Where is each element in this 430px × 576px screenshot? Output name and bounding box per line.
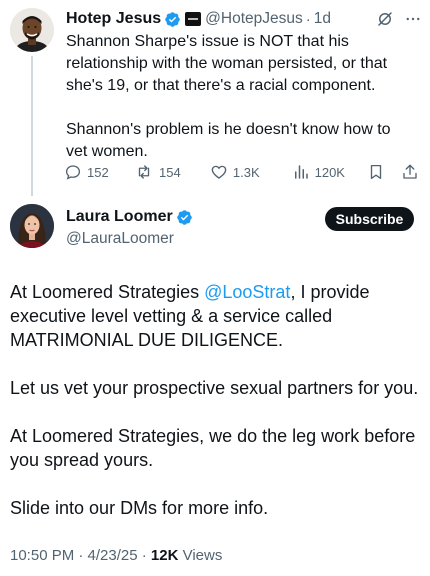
views-count[interactable]: 12K [151,547,179,564]
paragraph-4: Slide into our DMs for more info. [10,498,269,518]
bookmark-button[interactable] [367,163,400,181]
tweet-time[interactable]: 1d [314,10,331,28]
repost-count: 154 [159,164,181,180]
author-name[interactable]: Laura Loomer [66,208,173,226]
subscribe-button[interactable]: Subscribe [325,207,414,231]
author-handle[interactable]: @LauraLoomer [66,230,174,248]
bookmark-icon [371,164,382,180]
verified-badge-icon [176,209,193,226]
avatar[interactable] [10,204,54,248]
more-icon[interactable] [404,10,422,28]
parent-tweet-text: Shannon Sharpe's issue is NOT that his r… [66,33,391,160]
reply-button[interactable]: 152 [64,163,134,181]
author-name[interactable]: Hotep Jesus [66,10,161,28]
tweet-timestamp[interactable]: 10:50 PM · 4/23/25 · [10,547,151,564]
tweet-meta: 10:50 PM · 4/23/25 · 12K Views [10,547,222,564]
views-label: Views [178,547,223,564]
like-count: 1.3K [232,164,260,180]
main-tweet-text: At Loomered Strategies @LooStrat, I prov… [10,280,420,544]
parent-tweet[interactable]: Hotep Jesus @HotepJesus · 1d Shannon Sha… [0,0,430,196]
share-icon [402,164,417,179]
avatar-image [10,204,54,248]
author-handle[interactable]: @HotepJesus [205,10,303,28]
grok-icon[interactable] [376,10,394,28]
repost-icon [138,165,150,179]
thread-connector-line [31,56,33,196]
parent-tweet-actions: 152 154 1.3K 120K [64,161,420,183]
verified-badge-icon [164,11,181,28]
paragraph-3: At Loomered Strategies, we do the leg wo… [10,426,416,470]
like-icon [211,165,227,179]
like-button[interactable]: 1.3K [210,163,292,181]
affiliate-badge-icon [185,12,202,26]
repost-button[interactable]: 154 [134,163,210,181]
main-tweet-header: Laura Loomer [66,208,193,226]
paragraph-2: Let us vet your prospective sexual partn… [10,378,419,398]
paragraph-1: At Loomered Strategies @LooStrat, I prov… [10,280,420,352]
reply-icon [65,165,81,180]
avatar[interactable] [10,8,54,52]
reply-count: 152 [87,164,109,180]
share-button[interactable] [401,163,420,181]
views-button[interactable]: 120K [292,163,368,181]
avatar-image [10,8,54,52]
paragraph-1-start: At Loomered Strategies [10,282,205,302]
views-icon [294,165,308,179]
parent-tweet-header: Hotep Jesus @HotepJesus · 1d [66,9,422,29]
view-count: 120K [314,164,345,180]
mention-link[interactable]: @LooStrat [204,282,290,302]
separator-dot: · [305,10,311,28]
